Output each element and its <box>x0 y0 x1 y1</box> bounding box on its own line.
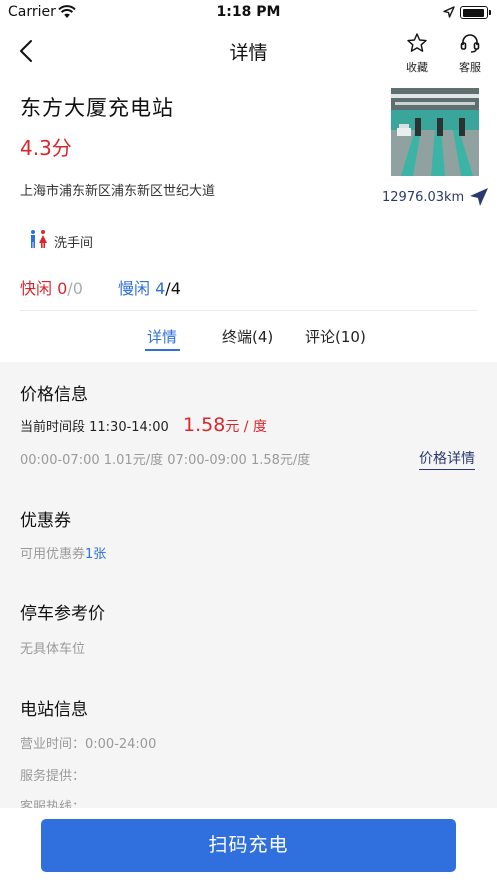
price-details-link[interactable]: 价格详情 <box>419 448 475 470</box>
tab-details[interactable]: 详情 <box>147 326 177 347</box>
divider <box>20 310 477 311</box>
fast-charger-availability: 快闲 0/0 <box>20 275 83 299</box>
slow-charger-availability: 慢闲 4/4 <box>118 275 181 299</box>
battery-icon <box>460 6 491 19</box>
coupon-available-label: 可用优惠券 <box>20 547 86 562</box>
facility-restroom-label: 洗手间 <box>54 236 94 251</box>
coupon-row[interactable]: 可用优惠券1张 <box>20 543 106 562</box>
station-rating: 4.3分 <box>20 136 72 160</box>
station-address: 上海市浦东新区浦东新区世纪大道 <box>20 184 216 199</box>
headset-icon <box>460 34 480 53</box>
business-hours: 营业时间：0:00-24:00 <box>20 737 157 752</box>
coupon-count: 1张 <box>85 547 107 562</box>
navigate-arrow-icon[interactable] <box>468 186 490 208</box>
active-tab-indicator <box>145 349 180 351</box>
current-period-label: 当前时间段 11:30-14:00 <box>20 420 169 435</box>
price-unit: 元 / 度 <box>225 419 267 435</box>
location-arrow-icon <box>443 6 455 18</box>
fast-total-count: /0 <box>67 279 83 298</box>
customer-service-button[interactable]: 客服 <box>450 32 490 75</box>
slow-total-count: /4 <box>165 279 181 298</box>
parking-value: 无具体车位 <box>20 642 86 657</box>
fast-label: 快闲 <box>20 279 53 298</box>
detail-tabs: 详情 终端(4) 评论(10) <box>0 326 497 360</box>
customer-hotline: 客服热线： <box>20 800 86 808</box>
station-name: 东方大厦充电站 <box>20 96 174 120</box>
navigation-bar: 详情 收藏 客服 <box>0 26 497 76</box>
slow-free-count: 4 <box>155 279 166 298</box>
clock: 1:18 PM <box>216 4 281 20</box>
favorite-label: 收藏 <box>406 61 428 74</box>
price-schedule: 00:00-07:00 1.01元/度 07:00-09:00 1.58元/度 <box>20 453 311 468</box>
service-provider: 服务提供： <box>20 769 86 784</box>
details-content[interactable]: 价格信息 当前时间段 11:30-14:00 1.58元 / 度 00:00-0… <box>0 362 497 808</box>
price-section-title: 价格信息 <box>20 385 88 405</box>
fast-free-count: 0 <box>57 279 68 298</box>
station-photo[interactable] <box>391 88 479 176</box>
star-icon <box>407 33 427 52</box>
restroom-icon <box>31 230 47 248</box>
station-info-title: 电站信息 <box>20 700 88 720</box>
service-label: 客服 <box>459 61 481 74</box>
parking-section-title: 停车参考价 <box>20 604 105 624</box>
tab-reviews[interactable]: 评论(10) <box>305 326 366 347</box>
current-price-row: 当前时间段 11:30-14:00 1.58元 / 度 <box>20 414 267 436</box>
bottom-action-bar: 扫码充电 <box>0 808 497 883</box>
tab-terminals[interactable]: 终端(4) <box>222 326 273 347</box>
favorite-button[interactable]: 收藏 <box>397 32 437 75</box>
distance-label: 12976.03km <box>382 190 465 205</box>
status-bar: Carrier 1:18 PM <box>0 0 497 26</box>
current-price: 1.58 <box>183 414 226 436</box>
scan-to-charge-button[interactable]: 扫码充电 <box>41 819 456 872</box>
coupon-section-title: 优惠券 <box>20 511 71 531</box>
slow-label: 慢闲 <box>118 279 151 298</box>
